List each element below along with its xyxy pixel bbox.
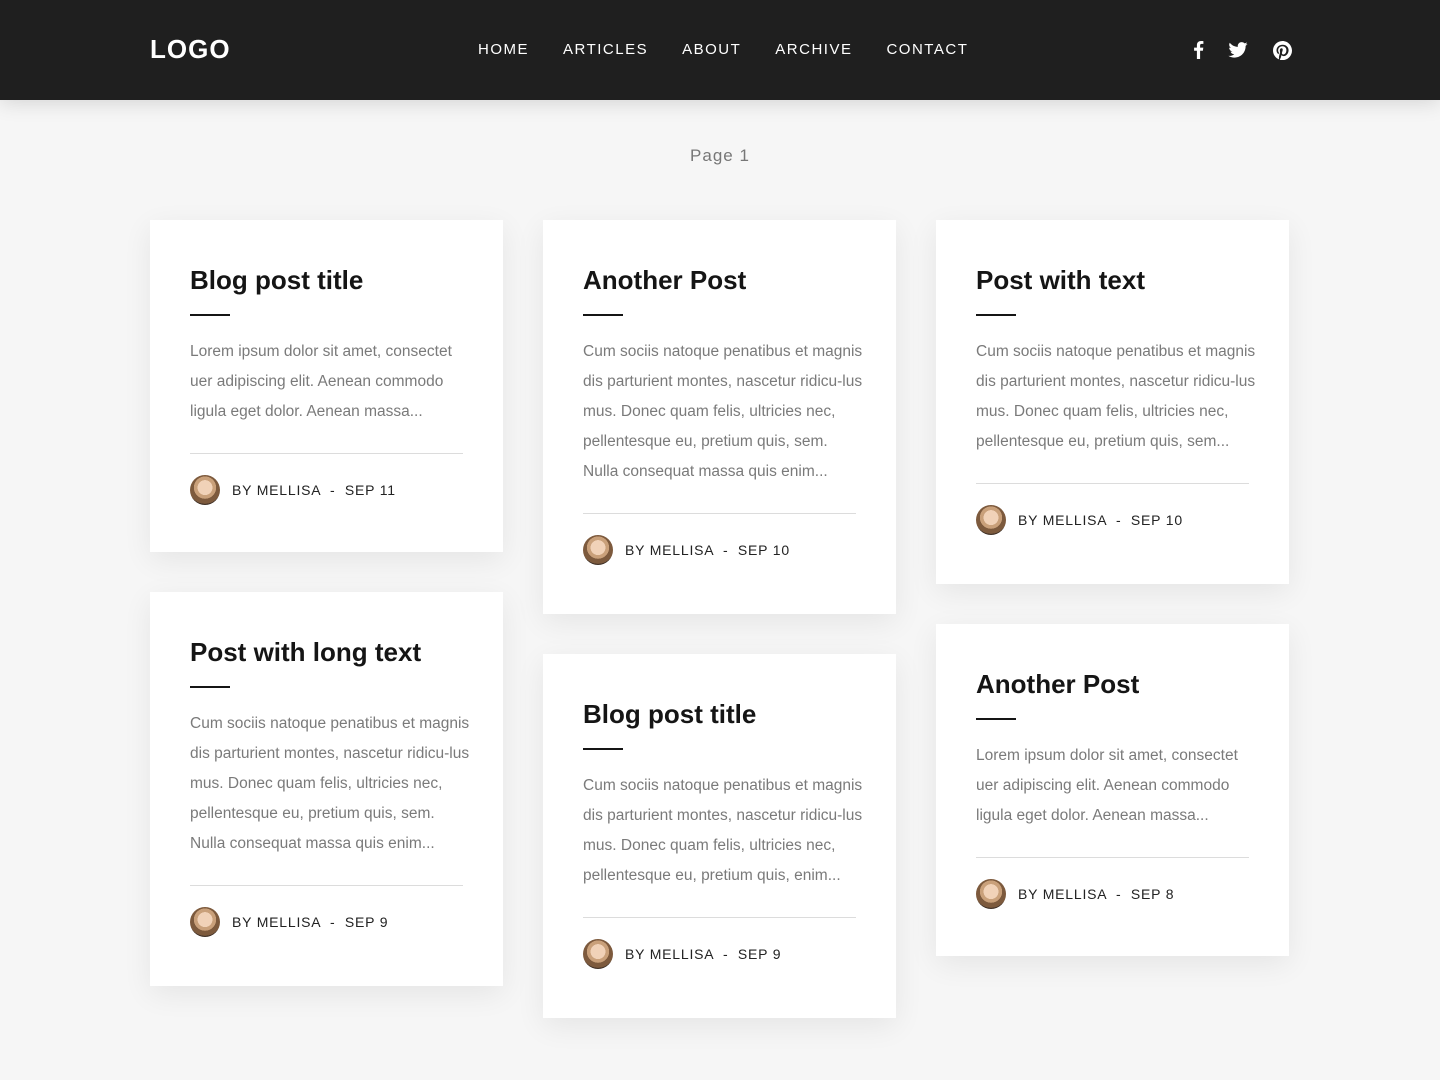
post-byline: BY MELLISA - SEP 10 bbox=[1018, 512, 1183, 528]
post-card[interactable]: Another Post Lorem ipsum dolor sit amet,… bbox=[936, 624, 1289, 956]
nav-contact[interactable]: CONTACT bbox=[886, 40, 968, 60]
site-logo[interactable]: LOGO bbox=[150, 33, 231, 65]
post-excerpt: Cum sociis natoque penatibus et magnis d… bbox=[583, 343, 863, 480]
author-avatar bbox=[976, 505, 1006, 535]
post-meta: BY MELLISA - SEP 8 bbox=[976, 878, 1249, 910]
post-card[interactable]: Post with long text Cum sociis natoque p… bbox=[150, 592, 503, 986]
post-byline: BY MELLISA - SEP 8 bbox=[1018, 886, 1175, 902]
title-divider bbox=[583, 314, 623, 316]
author-avatar bbox=[190, 907, 220, 937]
meta-divider bbox=[190, 453, 463, 454]
post-title[interactable]: Another Post bbox=[583, 264, 856, 296]
meta-divider bbox=[976, 483, 1249, 484]
post-meta: BY MELLISA - SEP 10 bbox=[583, 534, 856, 566]
nav-home[interactable]: HOME bbox=[478, 40, 529, 60]
pinterest-icon[interactable] bbox=[1272, 40, 1292, 60]
meta-divider bbox=[583, 513, 856, 514]
post-title[interactable]: Another Post bbox=[976, 668, 1249, 700]
post-title[interactable]: Blog post title bbox=[190, 264, 463, 296]
top-navigation-bar: LOGO HOME ARTICLES ABOUT ARCHIVE CONTACT bbox=[0, 0, 1440, 100]
post-meta: BY MELLISA - SEP 9 bbox=[190, 906, 463, 938]
post-meta: BY MELLISA - SEP 11 bbox=[190, 474, 463, 506]
nav-archive[interactable]: ARCHIVE bbox=[775, 40, 852, 60]
title-divider bbox=[976, 314, 1016, 316]
post-title[interactable]: Post with long text bbox=[190, 636, 463, 668]
title-divider bbox=[976, 718, 1016, 720]
post-meta: BY MELLISA - SEP 9 bbox=[583, 938, 856, 970]
post-card[interactable]: Post with text Cum sociis natoque penati… bbox=[936, 220, 1289, 584]
title-divider bbox=[190, 314, 230, 316]
nav-about[interactable]: ABOUT bbox=[682, 40, 741, 60]
title-divider bbox=[190, 686, 230, 688]
post-card[interactable]: Blog post title Cum sociis natoque penat… bbox=[543, 654, 896, 1018]
post-excerpt: Cum sociis natoque penatibus et magnis d… bbox=[583, 777, 863, 884]
nav-articles[interactable]: ARTICLES bbox=[563, 40, 648, 60]
post-title[interactable]: Blog post title bbox=[583, 698, 856, 730]
main-nav: HOME ARTICLES ABOUT ARCHIVE CONTACT bbox=[478, 40, 968, 60]
post-card[interactable]: Blog post title Lorem ipsum dolor sit am… bbox=[150, 220, 503, 552]
post-byline: BY MELLISA - SEP 9 bbox=[232, 914, 389, 930]
post-excerpt: Lorem ipsum dolor sit amet, consectet ue… bbox=[190, 343, 452, 420]
meta-divider bbox=[190, 885, 463, 886]
post-byline: BY MELLISA - SEP 11 bbox=[232, 482, 396, 498]
author-avatar bbox=[976, 879, 1006, 909]
author-avatar bbox=[190, 475, 220, 505]
title-divider bbox=[583, 748, 623, 750]
post-excerpt: Cum sociis natoque penatibus et magnis d… bbox=[190, 715, 470, 852]
post-meta: BY MELLISA - SEP 10 bbox=[976, 504, 1249, 536]
post-card[interactable]: Another Post Cum sociis natoque penatibu… bbox=[543, 220, 896, 614]
meta-divider bbox=[976, 857, 1249, 858]
meta-divider bbox=[583, 917, 856, 918]
facebook-icon[interactable] bbox=[1188, 40, 1208, 60]
post-byline: BY MELLISA - SEP 10 bbox=[625, 542, 790, 558]
twitter-icon[interactable] bbox=[1228, 40, 1248, 60]
post-excerpt: Cum sociis natoque penatibus et magnis d… bbox=[976, 343, 1256, 450]
post-byline: BY MELLISA - SEP 9 bbox=[625, 946, 782, 962]
author-avatar bbox=[583, 535, 613, 565]
page-indicator: Page 1 bbox=[690, 146, 750, 165]
post-excerpt: Lorem ipsum dolor sit amet, consectet ue… bbox=[976, 747, 1238, 824]
author-avatar bbox=[583, 939, 613, 969]
social-links bbox=[1188, 40, 1292, 60]
post-title[interactable]: Post with text bbox=[976, 264, 1249, 296]
